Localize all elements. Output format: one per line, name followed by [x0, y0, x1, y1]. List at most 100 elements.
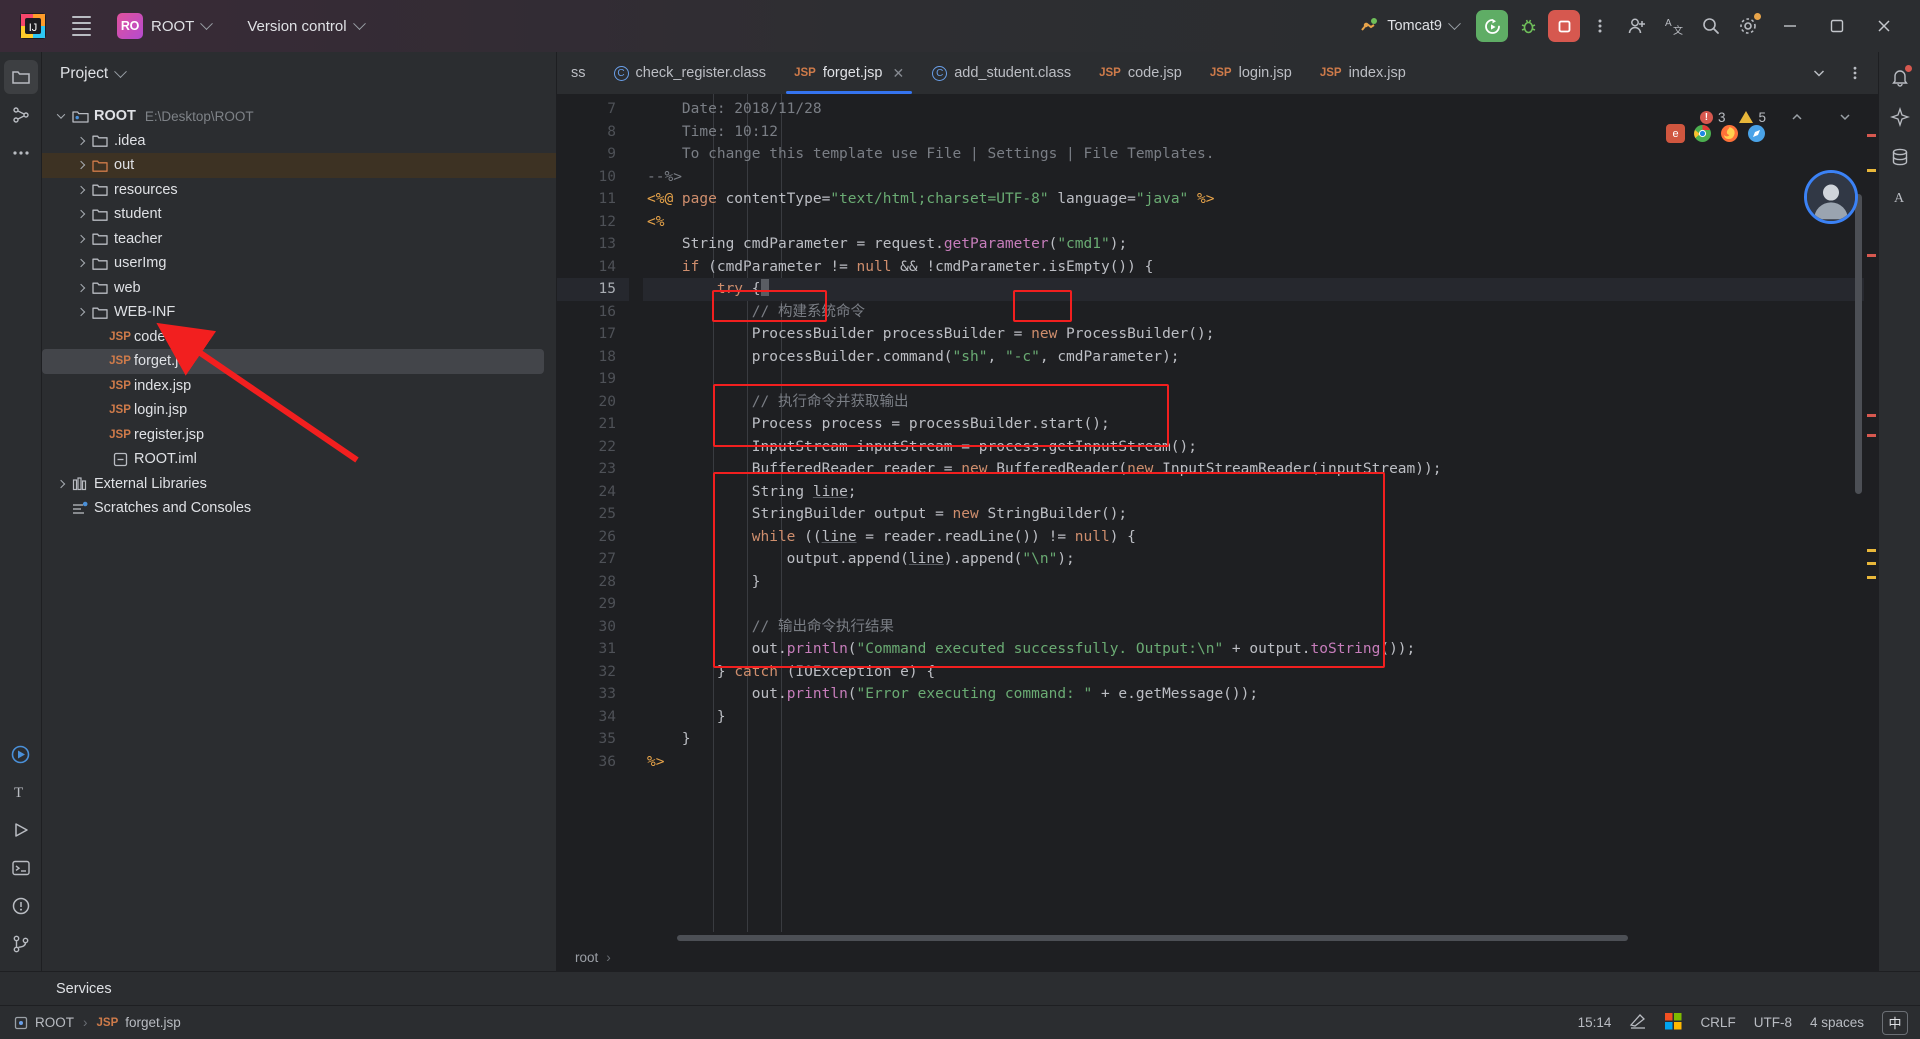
tree-node-student[interactable]: student	[42, 202, 556, 227]
sidebar-item-typography[interactable]: T	[4, 775, 38, 809]
chevron-right-icon[interactable]	[72, 308, 89, 317]
sidebar-item-run-dashboard[interactable]	[4, 737, 38, 771]
line-separator-label[interactable]: CRLF	[1700, 1015, 1735, 1030]
code-line[interactable]: ProcessBuilder processBuilder = new Proc…	[643, 323, 1864, 346]
editor-tab-code-jsp[interactable]: JSP code.jsp	[1085, 52, 1196, 94]
tree-node-web[interactable]: web	[42, 276, 556, 301]
status-file-crumb[interactable]: JSP forget.jsp	[97, 1015, 181, 1030]
sidebar-item-more-tools[interactable]	[4, 136, 38, 170]
tree-node-code-jsp[interactable]: JSP code.jsp	[42, 325, 556, 350]
tree-node-web-inf[interactable]: WEB-INF	[42, 300, 556, 325]
editor-tab-index-jsp[interactable]: JSP index.jsp	[1306, 52, 1420, 94]
sidebar-item-structure[interactable]	[4, 98, 38, 132]
tree-node-out[interactable]: out	[42, 153, 556, 178]
ai-assistant-icon[interactable]	[1883, 100, 1917, 134]
code-line[interactable]: } catch (IOException e) {	[643, 661, 1864, 684]
chevron-right-icon[interactable]	[72, 161, 89, 170]
code-line[interactable]: out.println("Error executing command: " …	[643, 683, 1864, 706]
code-line[interactable]: if (cmdParameter != null && !cmdParamete…	[643, 256, 1864, 279]
tree-node-forget-jsp[interactable]: JSP forget.jsp	[42, 349, 544, 374]
editor-tab-forget-jsp[interactable]: JSP forget.jsp ✕	[780, 52, 918, 94]
tree-node-userimg[interactable]: userImg	[42, 251, 556, 276]
chevron-right-icon[interactable]	[72, 259, 89, 268]
code-line[interactable]: <%	[643, 211, 1864, 234]
code-line[interactable]: output.append(line).append("\n");	[643, 548, 1864, 571]
chrome-browser-icon[interactable]	[1693, 124, 1712, 143]
chevron-right-icon[interactable]	[72, 185, 89, 194]
editor-vertical-scrollbar[interactable]	[1854, 94, 1864, 932]
ie-browser-icon[interactable]: e	[1666, 124, 1685, 143]
sidebar-item-terminal[interactable]	[4, 851, 38, 885]
code-line[interactable]: // 执行命令并获取输出	[643, 391, 1864, 414]
window-minimize-button[interactable]	[1768, 0, 1812, 52]
stop-button[interactable]	[1548, 10, 1580, 42]
editor-tabs[interactable]: ss Ccheck_register.class JSP forget.jsp ✕ Cad…	[557, 52, 1796, 94]
close-icon[interactable]: ✕	[892, 65, 904, 82]
error-count[interactable]: ! 3	[1699, 110, 1725, 125]
code-line[interactable]	[643, 593, 1864, 616]
tree-node-root-iml[interactable]: ROOT.iml	[42, 447, 556, 472]
version-control-selector[interactable]: Version control	[238, 14, 372, 39]
project-selector[interactable]: RO ROOT	[112, 9, 220, 43]
status-project-crumb[interactable]: ROOT	[14, 1015, 74, 1030]
tree-node-root[interactable]: ROOT E:\Desktop\ROOT	[42, 104, 556, 129]
search-button[interactable]	[1694, 9, 1728, 43]
code-editor[interactable]: 7 8 9 10 11 12 13 14 15 16 17 18 19 20 21 22 23 24 25 26 27 2…	[557, 94, 1878, 932]
code-line[interactable]: // 输出命令执行结果	[643, 616, 1864, 639]
notifications-icon[interactable]	[1883, 60, 1917, 94]
inspection-mode-icon[interactable]	[1629, 1012, 1647, 1033]
tree-node-external-libraries[interactable]: External Libraries	[42, 472, 556, 497]
tree-node-login-jsp[interactable]: JSP login.jsp	[42, 398, 556, 423]
chevron-right-icon[interactable]	[72, 136, 89, 145]
indent-label[interactable]: 4 spaces	[1810, 1015, 1864, 1030]
inspection-up-icon[interactable]	[1780, 100, 1814, 134]
code-line[interactable]: }	[643, 571, 1864, 594]
safari-browser-icon[interactable]	[1747, 124, 1766, 143]
ime-indicator[interactable]: 中	[1882, 1010, 1908, 1035]
editor-tab-check-register-class[interactable]: Ccheck_register.class	[600, 52, 781, 94]
run-configuration-selector[interactable]: Tomcat9	[1350, 12, 1469, 41]
more-vertical-icon[interactable]	[1838, 56, 1872, 90]
sidebar-item-git[interactable]	[4, 927, 38, 961]
tree-node-resources[interactable]: resources	[42, 178, 556, 203]
editor-marker-bar[interactable]	[1864, 94, 1878, 932]
code-line[interactable]: }	[643, 728, 1864, 751]
chevron-right-icon[interactable]	[52, 479, 69, 488]
settings-button[interactable]	[1731, 9, 1765, 43]
code-line[interactable]: BufferedReader reader = new BufferedRead…	[643, 458, 1864, 481]
debug-button[interactable]	[1511, 9, 1545, 43]
code-line[interactable]: }	[643, 706, 1864, 729]
chevron-down-icon[interactable]	[1802, 56, 1836, 90]
code-line[interactable]: InputStream inputStream = process.getInp…	[643, 436, 1864, 459]
firefox-browser-icon[interactable]	[1720, 124, 1739, 143]
code-folding-bar[interactable]	[629, 94, 643, 932]
breadcrumb[interactable]: root ›	[557, 943, 1878, 971]
add-user-button[interactable]	[1620, 9, 1654, 43]
warning-count[interactable]: 5	[1739, 110, 1766, 125]
breadcrumb-item-root[interactable]: root	[575, 950, 598, 965]
editor-tab-login-jsp[interactable]: JSP login.jsp	[1196, 52, 1306, 94]
code-content[interactable]: Date: 2018/11/28 Time: 10:12 To change t…	[643, 94, 1864, 932]
project-tree[interactable]: ROOT E:\Desktop\ROOT .idea out resources …	[42, 96, 556, 971]
windows-logo-icon[interactable]	[1665, 1012, 1682, 1033]
database-icon[interactable]	[1883, 140, 1917, 174]
code-line[interactable]: while ((line = reader.readLine()) != nul…	[643, 526, 1864, 549]
tree-node-register-jsp[interactable]: JSP register.jsp	[42, 423, 556, 448]
code-line[interactable]: --%>	[643, 166, 1864, 189]
run-button[interactable]	[1476, 10, 1508, 42]
editor-tab-add-student-class[interactable]: Cadd_student.class	[918, 52, 1085, 94]
avatar[interactable]	[1804, 170, 1858, 224]
inspection-down-icon[interactable]	[1828, 100, 1862, 134]
code-line[interactable]: To change this template use File | Setti…	[643, 143, 1864, 166]
browser-launch-bar[interactable]: e	[1666, 124, 1766, 143]
sidebar-item-run[interactable]	[4, 813, 38, 847]
code-line[interactable]: StringBuilder output = new StringBuilder…	[643, 503, 1864, 526]
chevron-down-icon[interactable]	[52, 110, 69, 120]
window-close-button[interactable]	[1862, 0, 1906, 52]
main-menu-button[interactable]	[64, 9, 98, 43]
code-line[interactable]: String line;	[643, 481, 1864, 504]
tree-node--idea[interactable]: .idea	[42, 129, 556, 154]
ascii-art-icon[interactable]: A	[1883, 180, 1917, 214]
tree-node-teacher[interactable]: teacher	[42, 227, 556, 252]
services-tool-window-tab[interactable]: Services	[0, 971, 1920, 1005]
